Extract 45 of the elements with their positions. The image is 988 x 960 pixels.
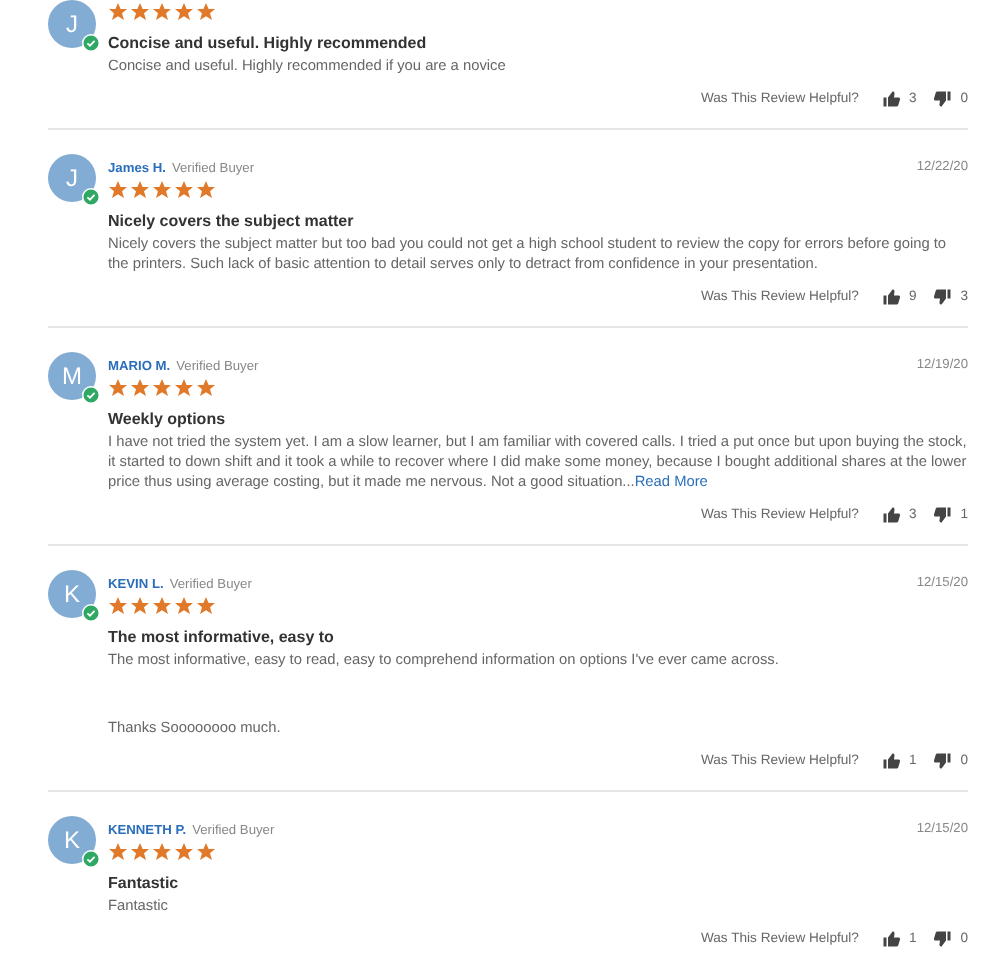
star-icon <box>130 180 150 200</box>
review-title: Nicely covers the subject matter <box>108 210 356 234</box>
review-title: Weekly options <box>108 408 228 432</box>
star-icon <box>152 842 172 862</box>
star-icon <box>174 180 194 200</box>
review-title: Fantastic <box>108 872 181 896</box>
thumbs-down-icon[interactable] <box>934 288 953 306</box>
star-icon <box>196 180 216 200</box>
star-icon <box>174 378 194 398</box>
thumbs-down-icon[interactable] <box>934 752 953 770</box>
star-icon <box>174 596 194 616</box>
star-icon <box>174 2 194 22</box>
star-icon <box>130 378 150 398</box>
thumbs-up-icon[interactable] <box>882 506 901 524</box>
thumbs-up-icon[interactable] <box>882 930 901 948</box>
thumbs-down-icon[interactable] <box>934 90 953 108</box>
thumbs-up-icon[interactable] <box>882 90 901 108</box>
avatar: K <box>48 570 96 618</box>
avatar: K <box>48 816 96 864</box>
star-icon <box>130 842 150 862</box>
star-icon <box>130 596 150 616</box>
star-icon <box>152 2 172 22</box>
avatar: M <box>48 352 96 400</box>
review-title: The most informative, easy to <box>108 626 336 650</box>
avatar: J <box>48 0 96 48</box>
star-icon <box>152 180 172 200</box>
star-icon <box>152 596 172 616</box>
star-icon <box>196 596 216 616</box>
star-icon <box>108 378 128 398</box>
star-icon <box>108 596 128 616</box>
star-icon <box>152 378 172 398</box>
star-icon <box>108 842 128 862</box>
star-icon <box>174 842 194 862</box>
star-icon <box>196 378 216 398</box>
star-icon <box>130 2 150 22</box>
thumbs-down-icon[interactable] <box>934 930 953 948</box>
thumbs-down-icon[interactable] <box>934 506 953 524</box>
review-title: Concise and useful. Highly recommended <box>108 32 429 56</box>
star-icon <box>196 842 216 862</box>
star-icon <box>108 2 128 22</box>
avatar: J <box>48 154 96 202</box>
star-icon <box>108 180 128 200</box>
thumbs-up-icon[interactable] <box>882 752 901 770</box>
star-icon <box>196 2 216 22</box>
thumbs-up-icon[interactable] <box>882 288 901 306</box>
